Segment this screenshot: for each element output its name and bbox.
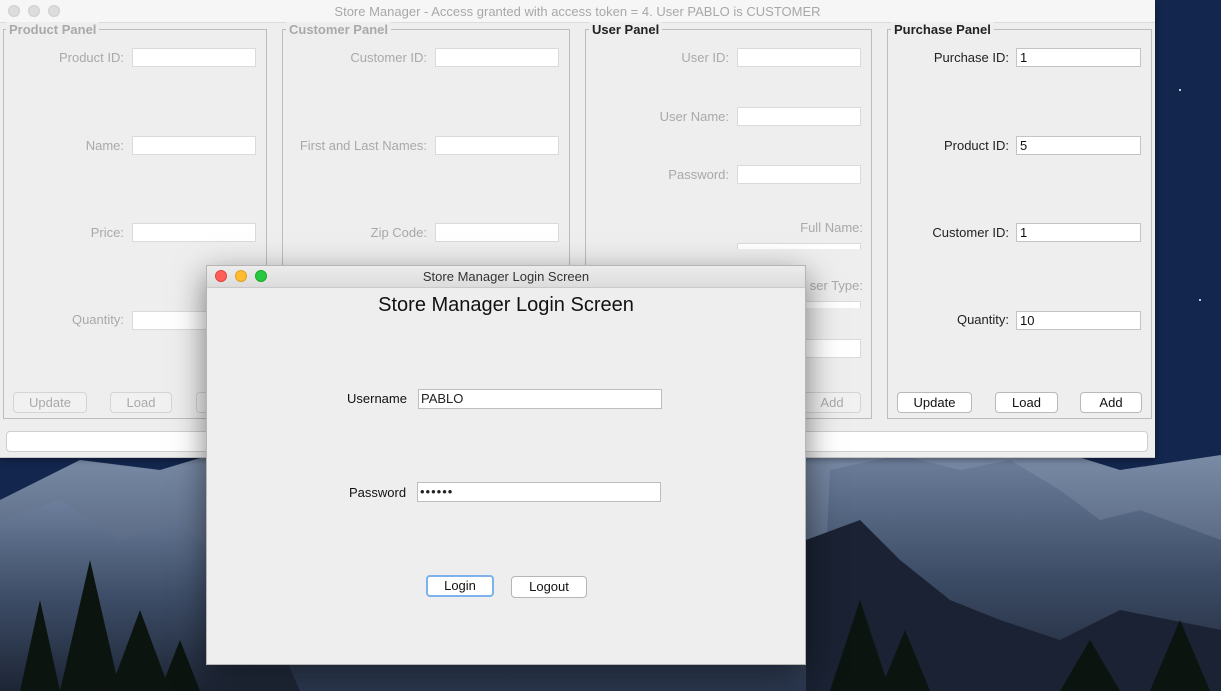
user-name-input[interactable] [737,107,861,126]
purchase-panel-title: Purchase Panel [891,22,994,38]
purchase-customer-id-input[interactable]: 1 [1016,223,1141,242]
customer-names-label: First and Last Names: [299,138,427,153]
username-label: Username [347,391,407,406]
purchase-id-input[interactable]: 1 [1016,48,1141,67]
user-password-input[interactable] [737,165,861,184]
product-id-input[interactable] [132,48,256,67]
user-fullname-label: Full Name: [800,220,863,235]
password-input[interactable]: •••••• [417,482,661,502]
main-titlebar: Store Manager - Access granted with acce… [0,0,1155,23]
product-name-label: Name: [85,138,124,153]
logout-button[interactable]: Logout [511,576,587,598]
password-label: Password [349,485,407,500]
purchase-id-label: Purchase ID: [933,50,1009,65]
purchase-load-button[interactable]: Load [995,392,1058,413]
main-window-title: Store Manager - Access granted with acce… [334,4,821,19]
customer-zip-input[interactable] [435,223,559,242]
customer-id-label: Customer ID: [350,50,427,65]
user-password-label: Password: [668,167,729,182]
purchase-update-button[interactable]: Update [897,392,972,413]
login-window: Store Manager Login Screen Store Manager… [206,265,806,665]
purchase-product-id-label: Product ID: [943,138,1009,153]
login-window-title: Store Manager Login Screen [422,269,590,284]
product-price-input[interactable] [132,223,256,242]
customer-names-input[interactable] [435,136,559,155]
customer-zip-label: Zip Code: [370,225,427,240]
purchase-quantity-label: Quantity: [956,312,1009,327]
product-name-input[interactable] [132,136,256,155]
purchase-product-id-input[interactable]: 5 [1016,136,1141,155]
user-name-label: User Name: [659,109,729,124]
user-add-button[interactable]: Add [803,392,861,413]
product-update-button[interactable]: Update [13,392,87,413]
product-panel-title: Product Panel [6,22,100,38]
product-price-label: Price: [90,225,124,240]
login-heading: Store Manager Login Screen [378,294,634,316]
purchase-quantity-input[interactable]: 10 [1016,311,1141,330]
login-titlebar: Store Manager Login Screen [207,266,805,288]
purchase-customer-id-label: Customer ID: [932,225,1009,240]
purchase-add-button[interactable]: Add [1080,392,1142,413]
username-input[interactable]: PABLO [418,389,662,409]
login-button[interactable]: Login [426,575,494,597]
customer-id-input[interactable] [435,48,559,67]
customer-panel-title: Customer Panel [286,22,391,38]
user-id-input[interactable] [737,48,861,67]
product-id-label: Product ID: [58,50,124,65]
user-id-label: User ID: [681,50,729,65]
product-quantity-label: Quantity: [71,312,124,327]
user-fullname-input[interactable] [737,243,861,249]
user-panel-title: User Panel [589,22,663,38]
product-load-button[interactable]: Load [110,392,172,413]
